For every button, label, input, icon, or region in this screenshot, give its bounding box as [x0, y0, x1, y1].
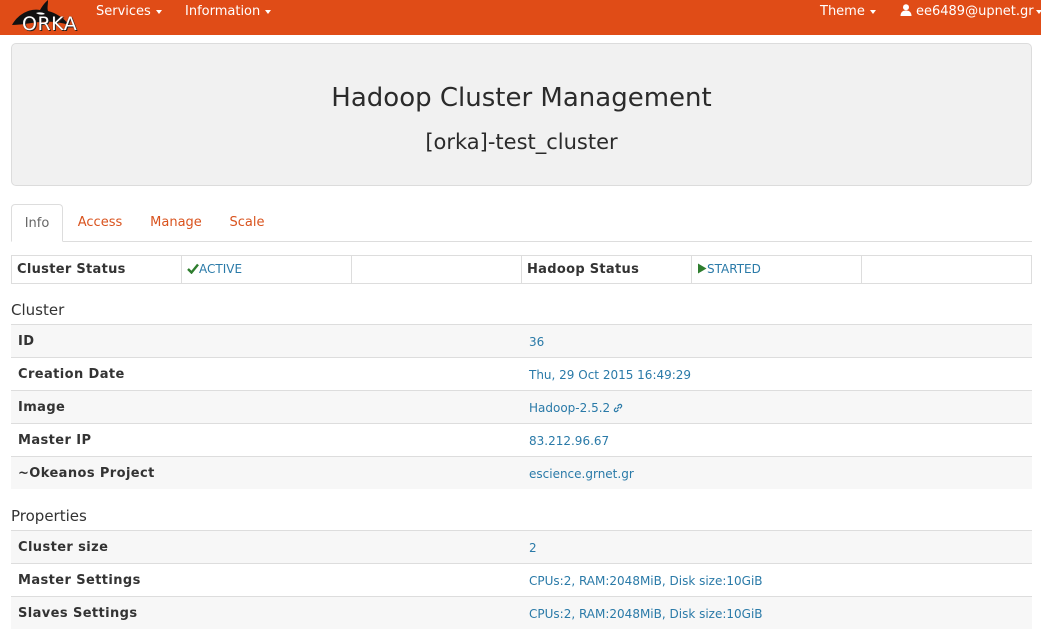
- row-value: 83.212.96.67: [529, 434, 610, 448]
- caret-down-icon: [869, 9, 876, 14]
- user-icon: [900, 4, 912, 16]
- row-value: Thu, 29 Oct 2015 16:49:29: [529, 368, 692, 382]
- cluster-status-text: ACTIVE: [199, 262, 243, 276]
- services-menu-label: Services: [96, 4, 151, 19]
- page-title: Hadoop Cluster Management: [331, 83, 712, 113]
- status-table: Cluster Status ACTIVE Hadoop Status STAR…: [11, 255, 1032, 284]
- cluster-status-value: ACTIVE: [182, 256, 352, 283]
- tab-scale[interactable]: Scale: [223, 204, 271, 242]
- hadoop-status-value: STARTED: [692, 256, 862, 283]
- row-value: escience.grnet.gr: [529, 467, 634, 481]
- row-value: CPUs:2, RAM:2048MiB, Disk size:10GiB: [529, 607, 763, 621]
- table-row: Image Hadoop-2.5.2: [11, 390, 1032, 423]
- cluster-section-title: Cluster: [11, 301, 65, 319]
- page-header: Hadoop Cluster Management [orka]-test_cl…: [11, 43, 1032, 186]
- check-icon: [187, 263, 199, 275]
- properties-section-title: Properties: [11, 507, 87, 525]
- status-empty-cell: [862, 256, 1031, 283]
- row-key: ID: [18, 334, 35, 349]
- cluster-tabs: Info Access Manage Scale: [11, 204, 1032, 242]
- theme-menu-label: Theme: [820, 4, 865, 19]
- hadoop-status-text: STARTED: [707, 262, 761, 276]
- row-key: ~Okeanos Project: [18, 466, 155, 481]
- table-row: ID 36: [11, 324, 1032, 357]
- user-email: ee6489@upnet.gr: [916, 4, 1034, 19]
- table-row: Cluster size 2: [11, 530, 1032, 563]
- row-key: Master Settings: [18, 573, 141, 588]
- row-value: 36: [529, 335, 545, 349]
- tab-access[interactable]: Access: [70, 204, 130, 242]
- image-link[interactable]: Hadoop-2.5.2: [529, 401, 623, 415]
- image-link-text: Hadoop-2.5.2: [529, 401, 611, 415]
- row-key: Creation Date: [18, 367, 125, 382]
- table-row: Slaves Settings CPUs:2, RAM:2048MiB, Dis…: [11, 596, 1032, 629]
- hadoop-status-label: Hadoop Status: [522, 256, 692, 283]
- tab-manage[interactable]: Manage: [145, 204, 207, 242]
- table-row: Master Settings CPUs:2, RAM:2048MiB, Dis…: [11, 563, 1032, 596]
- cluster-status-label: Cluster Status: [12, 256, 182, 283]
- table-row: Master IP 83.212.96.67: [11, 423, 1032, 456]
- orka-logo[interactable]: ORKA: [10, 0, 77, 35]
- caret-down-icon: [265, 9, 272, 14]
- user-menu[interactable]: ee6489@upnet.gr: [900, 4, 1041, 19]
- top-navbar: ORKA Services Information Theme ee6489@u…: [0, 0, 1041, 35]
- external-link-icon: [613, 403, 623, 413]
- information-menu-label: Information: [185, 4, 261, 19]
- row-key: Cluster size: [18, 540, 109, 555]
- services-menu[interactable]: Services: [96, 4, 162, 19]
- cluster-name: [orka]-test_cluster: [425, 130, 618, 154]
- table-row: Creation Date Thu, 29 Oct 2015 16:49:29: [11, 357, 1032, 390]
- caret-down-icon: [155, 9, 162, 14]
- row-key: Master IP: [18, 433, 92, 448]
- play-icon: [698, 263, 707, 274]
- theme-menu[interactable]: Theme: [820, 4, 876, 19]
- row-key: Slaves Settings: [18, 606, 138, 621]
- row-value: 2: [529, 541, 537, 555]
- table-row: ~Okeanos Project escience.grnet.gr: [11, 456, 1032, 489]
- row-key: Image: [18, 400, 66, 415]
- caret-down-icon: [1035, 9, 1041, 14]
- information-menu[interactable]: Information: [185, 4, 272, 19]
- tab-info[interactable]: Info: [11, 204, 63, 242]
- brand-text: ORKA: [22, 13, 78, 35]
- row-value: CPUs:2, RAM:2048MiB, Disk size:10GiB: [529, 574, 763, 588]
- status-empty-cell: [352, 256, 522, 283]
